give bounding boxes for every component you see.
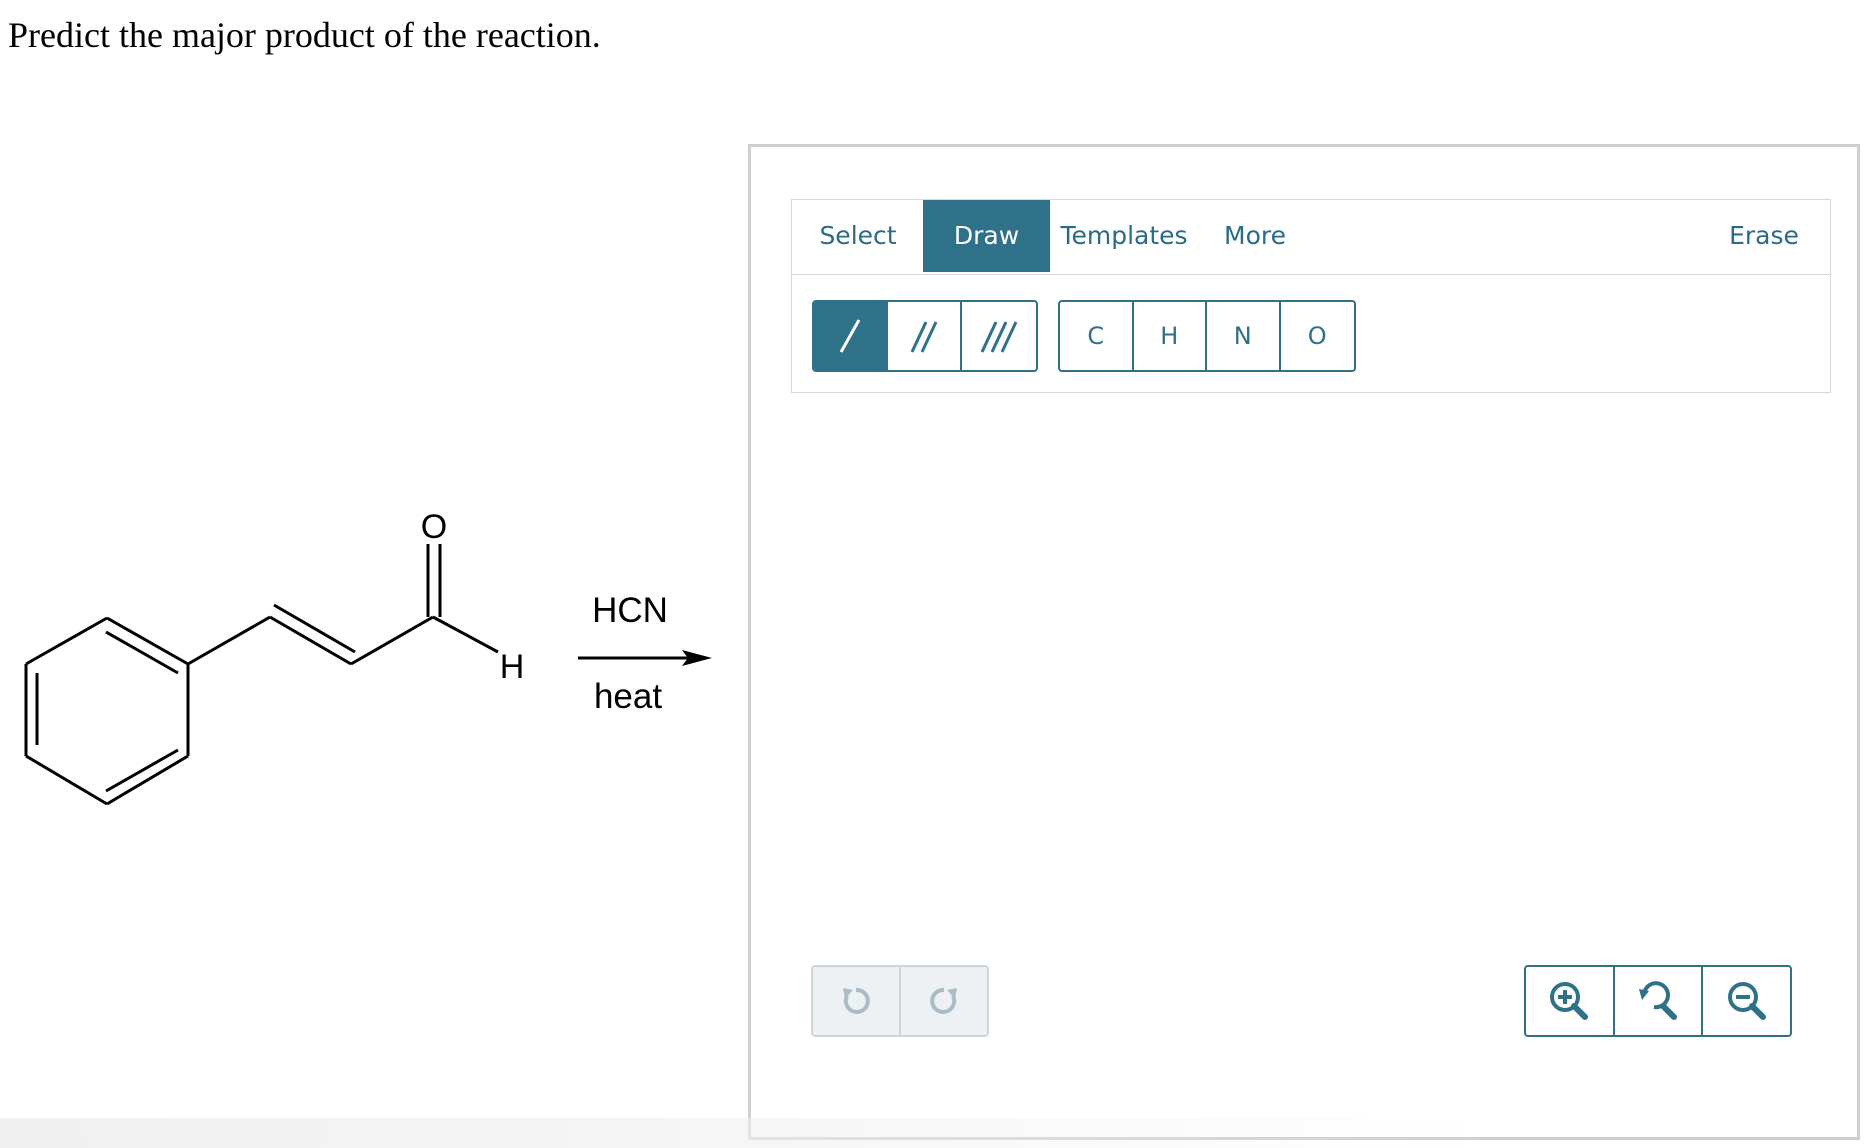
structure-editor: Select Draw Templates More Erase C H N O <box>748 144 1860 1140</box>
double-bond-icon <box>910 321 938 353</box>
bond-tool-group <box>812 300 1038 372</box>
reagent-label: HCN <box>592 591 668 630</box>
atom-n-button[interactable]: N <box>1207 302 1281 370</box>
triple-bond-icon <box>980 321 1018 353</box>
atom-tool-group: C H N O <box>1058 300 1356 372</box>
zoom-group <box>1524 965 1792 1037</box>
single-bond-icon <box>839 319 861 353</box>
erase-button[interactable]: Erase <box>1712 200 1816 272</box>
condition-label: heat <box>594 677 662 716</box>
question-text: Predict the major product of the reactio… <box>8 15 601 55</box>
tab-select[interactable]: Select <box>792 200 924 272</box>
reaction-arrow <box>578 650 712 666</box>
tab-bar: Select Draw Templates More Erase <box>792 200 1830 275</box>
redo-button[interactable] <box>901 967 987 1035</box>
editor-toolbar: Select Draw Templates More Erase C H N O <box>791 199 1831 393</box>
triple-bond-button[interactable] <box>962 302 1036 370</box>
history-group <box>811 965 989 1037</box>
atom-o-button[interactable]: O <box>1281 302 1354 370</box>
zoom-reset-icon <box>1639 981 1677 1020</box>
tab-more[interactable]: More <box>1202 200 1308 272</box>
tab-draw[interactable]: Draw <box>923 200 1050 272</box>
zoom-in-button[interactable] <box>1526 967 1615 1035</box>
undo-icon <box>843 987 870 1014</box>
atom-h-button[interactable]: H <box>1134 302 1207 370</box>
reaction-scheme: O H HCN heat <box>24 508 712 806</box>
undo-button[interactable] <box>813 967 901 1035</box>
zoom-in-icon <box>1550 982 1589 1020</box>
zoom-reset-button[interactable] <box>1615 967 1704 1035</box>
carbonyl-oxygen-label: O <box>421 508 447 546</box>
page-bottom-shadow <box>0 1118 1866 1148</box>
alkene-chain <box>187 544 499 666</box>
zoom-out-button[interactable] <box>1703 967 1790 1035</box>
single-bond-button[interactable] <box>814 302 888 370</box>
tab-templates[interactable]: Templates <box>1050 200 1198 272</box>
aldehyde-hydrogen-label: H <box>500 648 525 686</box>
atom-c-button[interactable]: C <box>1060 302 1134 370</box>
double-bond-button[interactable] <box>888 302 962 370</box>
zoom-out-icon <box>1727 982 1766 1020</box>
benzene-ring <box>24 616 190 806</box>
redo-icon <box>930 987 957 1014</box>
